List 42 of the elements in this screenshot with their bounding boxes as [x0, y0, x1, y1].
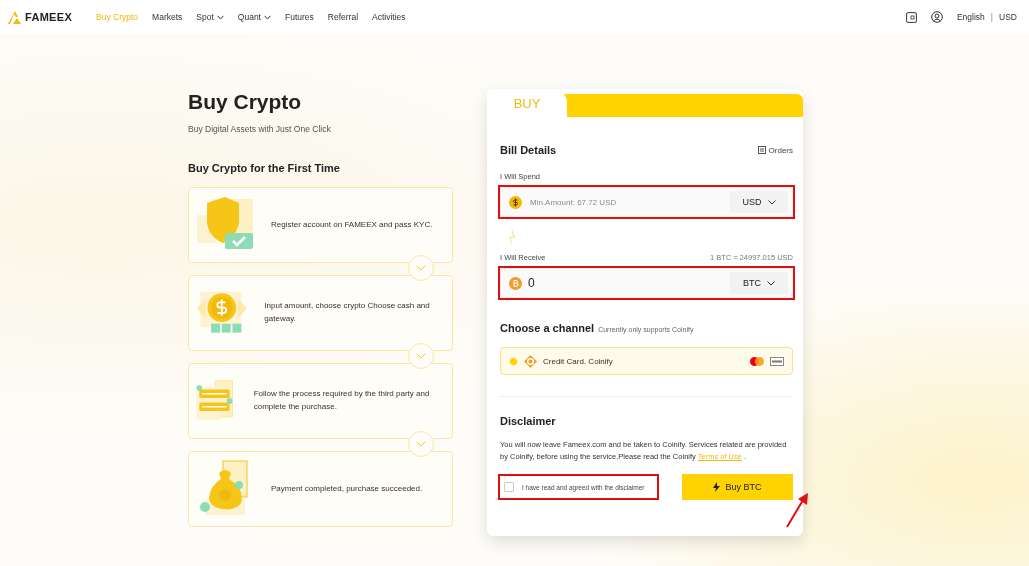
lightning-icon — [713, 482, 721, 492]
nav-link[interactable]: Referral — [327, 12, 359, 22]
page-title: Buy Crypto — [188, 90, 303, 114]
disclaimer-title: Disclaimer — [500, 415, 557, 427]
separator-text: | — [990, 12, 994, 22]
currency-select[interactable]: USD — [730, 191, 788, 213]
nav-link[interactable]: Quant — [237, 12, 271, 22]
orders-link[interactable]: Orders — [757, 145, 793, 155]
radio-button[interactable] — [509, 356, 518, 366]
nav-link[interactable]: Spot — [196, 12, 224, 22]
logo-text[interactable]: FAMEEX — [25, 11, 73, 23]
dollar-coin-icon — [509, 195, 522, 209]
channel-option[interactable]: Credit Card. Coinify — [500, 347, 793, 375]
step-text: Follow the process required by the third party and complete the purchase. — [253, 388, 431, 413]
nav-link[interactable]: Futures — [284, 12, 314, 22]
chevron-down-icon — [767, 199, 776, 205]
bitcoin-icon — [509, 276, 522, 290]
step-text: Register account on FAMEEX and pass KYC. — [271, 218, 433, 231]
channel-title: Choose a channel — [500, 322, 595, 334]
language-link[interactable]: English — [956, 12, 985, 22]
user-icon[interactable] — [930, 11, 943, 23]
page-subtitle: Buy Digital Assets with Just One Click — [188, 124, 332, 134]
bill-title: Bill Details — [500, 144, 557, 156]
steps-title: Buy Crypto for the First Time — [188, 162, 341, 174]
mastercard-icon — [750, 356, 764, 366]
nav-link[interactable]: Markets — [152, 12, 183, 22]
checkbox[interactable] — [504, 482, 514, 492]
buy-button[interactable]: Buy BTC — [682, 474, 793, 500]
document-icon — [757, 146, 766, 154]
chevron-down-icon — [767, 280, 775, 286]
currency-link[interactable]: USD — [999, 12, 1017, 22]
receive-value: 0 — [528, 276, 536, 290]
step-text: Payment completed, purchase succeeded. — [271, 482, 423, 495]
receive-field[interactable]: 0 BTC — [500, 268, 793, 298]
logo-icon — [8, 10, 24, 24]
crypto-select[interactable]: BTC — [730, 272, 788, 294]
step-text: Input amount, choose crypto Choose cash and gateway. — [264, 300, 431, 325]
visa-card-icon — [770, 356, 784, 366]
nav-link[interactable]: Activities — [372, 12, 406, 22]
spend-field[interactable]: Min.Amount: 67.72 USD USD — [500, 187, 793, 217]
channel-text: Credit Card. Coinify — [543, 356, 614, 366]
coinify-logo-icon — [524, 354, 537, 368]
